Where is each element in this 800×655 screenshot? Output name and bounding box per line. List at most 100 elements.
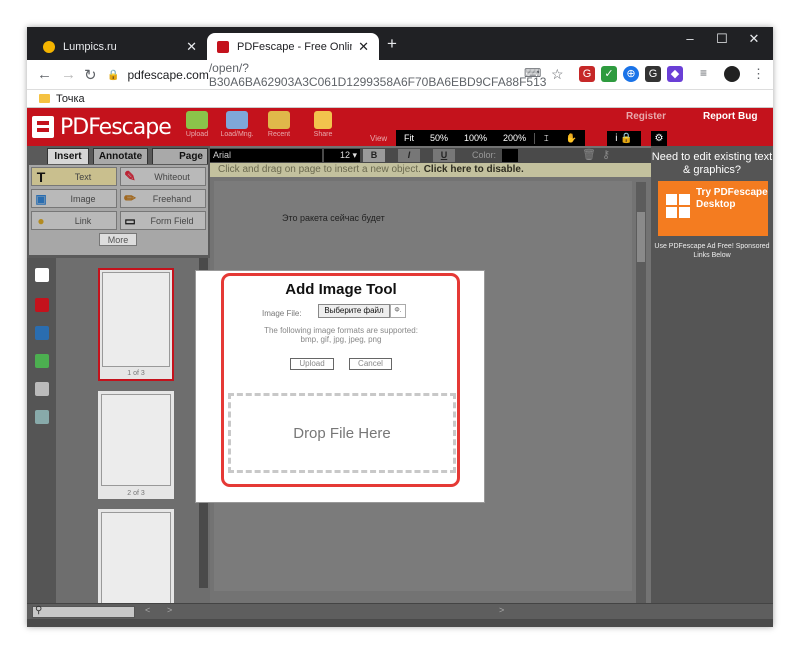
extension-vpn-icon[interactable]: ⊕ <box>623 66 639 82</box>
info-lock-buttons[interactable]: i 🔒 <box>607 131 641 146</box>
new-tab-button[interactable]: + <box>387 34 397 54</box>
text-tool-icon: T <box>36 168 46 185</box>
zoom-200[interactable]: 200% <box>495 133 534 143</box>
register-link[interactable]: Register <box>626 111 666 122</box>
document-scrollbar[interactable] <box>636 182 646 618</box>
logo-mark-icon <box>32 116 54 138</box>
disable-hint-link[interactable]: Click here to disable. <box>424 164 524 175</box>
tab-label: Lumpics.ru <box>63 40 117 53</box>
size-select[interactable]: 12 ▾ <box>324 149 360 162</box>
reload-icon[interactable]: ↻ <box>84 66 97 84</box>
translate-icon[interactable]: ⌨ <box>524 66 541 80</box>
image-tool-button[interactable]: ▣ Image <box>31 189 117 208</box>
share-icon[interactable] <box>35 410 49 424</box>
page-text[interactable]: Это ракета сейчас будет <box>282 213 385 223</box>
tab-pdfescape[interactable]: PDFescape - Free Online PDF Edi ✕ <box>207 33 379 60</box>
whiteout-icon: ✎ <box>124 168 136 184</box>
tab-insert[interactable]: Insert <box>47 148 89 164</box>
close-window-button[interactable]: ✕ <box>739 31 769 47</box>
bookmarks-bar: Точка <box>27 90 773 108</box>
tab-lumpics[interactable]: Lumpics.ru ✕ <box>33 33 207 60</box>
maximize-button[interactable]: ☐ <box>707 31 737 47</box>
color-swatch[interactable] <box>502 149 518 162</box>
print-icon[interactable] <box>35 382 49 396</box>
highlight-frame <box>221 273 460 487</box>
search-box[interactable]: ⚲ <box>32 605 135 618</box>
pencil-icon: ✏ <box>124 190 136 206</box>
hand-tool-icon[interactable]: ✋ <box>557 133 584 144</box>
settings-gear-icon[interactable]: ⚙ <box>651 131 667 146</box>
text-tool-button[interactable]: T Text <box>31 167 117 186</box>
bookmark-star-icon[interactable]: ☆ <box>551 66 564 83</box>
pdfescape-favicon-icon <box>217 40 229 53</box>
more-button[interactable]: More <box>99 233 137 246</box>
right-sidebar: Need to edit existing text & graphics? T… <box>651 146 773 619</box>
next-page-button[interactable]: > <box>167 605 172 615</box>
form-field-button[interactable]: ▭ Form Field <box>120 211 206 230</box>
back-arrow-icon[interactable]: ← <box>37 66 52 83</box>
bold-button[interactable]: B <box>363 149 385 162</box>
image-icon: ▣ <box>35 191 47 206</box>
address-bar-row: ← → ↻ 🔒 pdfescape.com/open/?B30A6BA62903… <box>27 60 773 90</box>
url-host: pdfescape.com <box>127 68 209 82</box>
reading-list-icon[interactable]: ≡ <box>700 66 707 80</box>
report-bug-link[interactable]: Report Bug <box>703 111 757 122</box>
url-field[interactable]: 🔒 pdfescape.com/open/?B30A6BA62903A3C061… <box>107 61 552 89</box>
search-icon: ⚲ <box>35 605 43 616</box>
page-thumbnail[interactable]: 2 of 3 <box>98 391 174 499</box>
next-button[interactable]: > <box>499 605 504 615</box>
promo-heading: Need to edit existing text & graphics? <box>651 151 773 176</box>
recent-button[interactable]: Recent <box>259 111 299 138</box>
link-button[interactable]: ● Link <box>31 211 117 230</box>
menu-dots-icon[interactable]: ⋮ <box>752 66 765 82</box>
zoom-50[interactable]: 50% <box>422 133 456 143</box>
zoom-fit[interactable]: Fit <box>396 133 422 143</box>
zoom-100[interactable]: 100% <box>456 133 495 143</box>
format-toolbar: Arial 12 ▾ B I U Color: 🗑 ⚷ <box>210 148 651 163</box>
tool-label: Whiteout <box>154 171 190 182</box>
extension-icon[interactable]: ◆ <box>667 66 683 82</box>
ad-free-text[interactable]: Use PDFescape Ad Free! Sponsored Links B… <box>651 242 773 260</box>
page-icon[interactable] <box>35 268 49 282</box>
try-desktop-button[interactable]: Try PDFescape Desktop <box>658 181 768 236</box>
extension-icon[interactable]: G <box>645 66 661 82</box>
italic-button[interactable]: I <box>398 149 420 162</box>
tool-label: Share <box>313 131 333 138</box>
save-icon[interactable] <box>35 326 49 340</box>
extension-check-icon[interactable]: ✓ <box>601 66 617 82</box>
load-manage-button[interactable]: Load/Mng. <box>217 111 257 138</box>
upload-button[interactable]: Upload <box>177 111 217 138</box>
tab-page[interactable]: Page <box>152 148 208 164</box>
tool-label: Text <box>74 171 92 182</box>
text-cursor-icon[interactable]: 𝙸 <box>534 132 557 144</box>
extension-icon[interactable]: G <box>579 66 595 82</box>
tool-label: Form Field <box>150 215 194 226</box>
minimize-button[interactable]: – <box>675 31 705 46</box>
download-icon[interactable] <box>35 354 49 368</box>
tab-annotate[interactable]: Annotate <box>93 148 148 164</box>
url-path: /open/?B30A6BA62903A3C061D1299358A6F70BA… <box>208 61 547 89</box>
share-button[interactable]: Share <box>303 111 343 138</box>
color-label: Color: <box>472 150 497 160</box>
upload-folder-icon <box>186 111 208 129</box>
insert-tools: T Text ✎ Whiteout ▣ Image ✏ Freehand ● L… <box>29 165 208 255</box>
font-select[interactable]: Arial <box>210 149 322 162</box>
underline-button[interactable]: U <box>433 149 455 162</box>
close-tab-icon[interactable]: ✕ <box>358 39 369 55</box>
close-tab-icon[interactable]: ✕ <box>186 39 197 55</box>
bookmark-item[interactable]: Точка <box>56 93 85 105</box>
key-icon[interactable]: ⚷ <box>602 148 610 161</box>
page-thumbnail[interactable]: 1 of 3 <box>98 268 174 381</box>
freehand-button[interactable]: ✏ Freehand <box>120 189 206 208</box>
tool-label: Upload <box>185 131 209 138</box>
prev-page-button[interactable]: < <box>145 605 150 615</box>
try-desktop-label: Try PDFescape Desktop <box>696 187 768 210</box>
profile-avatar[interactable] <box>724 66 740 82</box>
page-actions <box>27 258 56 619</box>
trash-icon[interactable]: 🗑 <box>582 148 596 161</box>
share-people-icon <box>314 111 332 129</box>
forward-arrow-icon[interactable]: → <box>61 66 76 83</box>
whiteout-button[interactable]: ✎ Whiteout <box>120 167 206 186</box>
zoom-controls: Fit 50% 100% 200% 𝙸 ✋ <box>396 130 585 146</box>
pdf-icon[interactable] <box>35 298 49 312</box>
